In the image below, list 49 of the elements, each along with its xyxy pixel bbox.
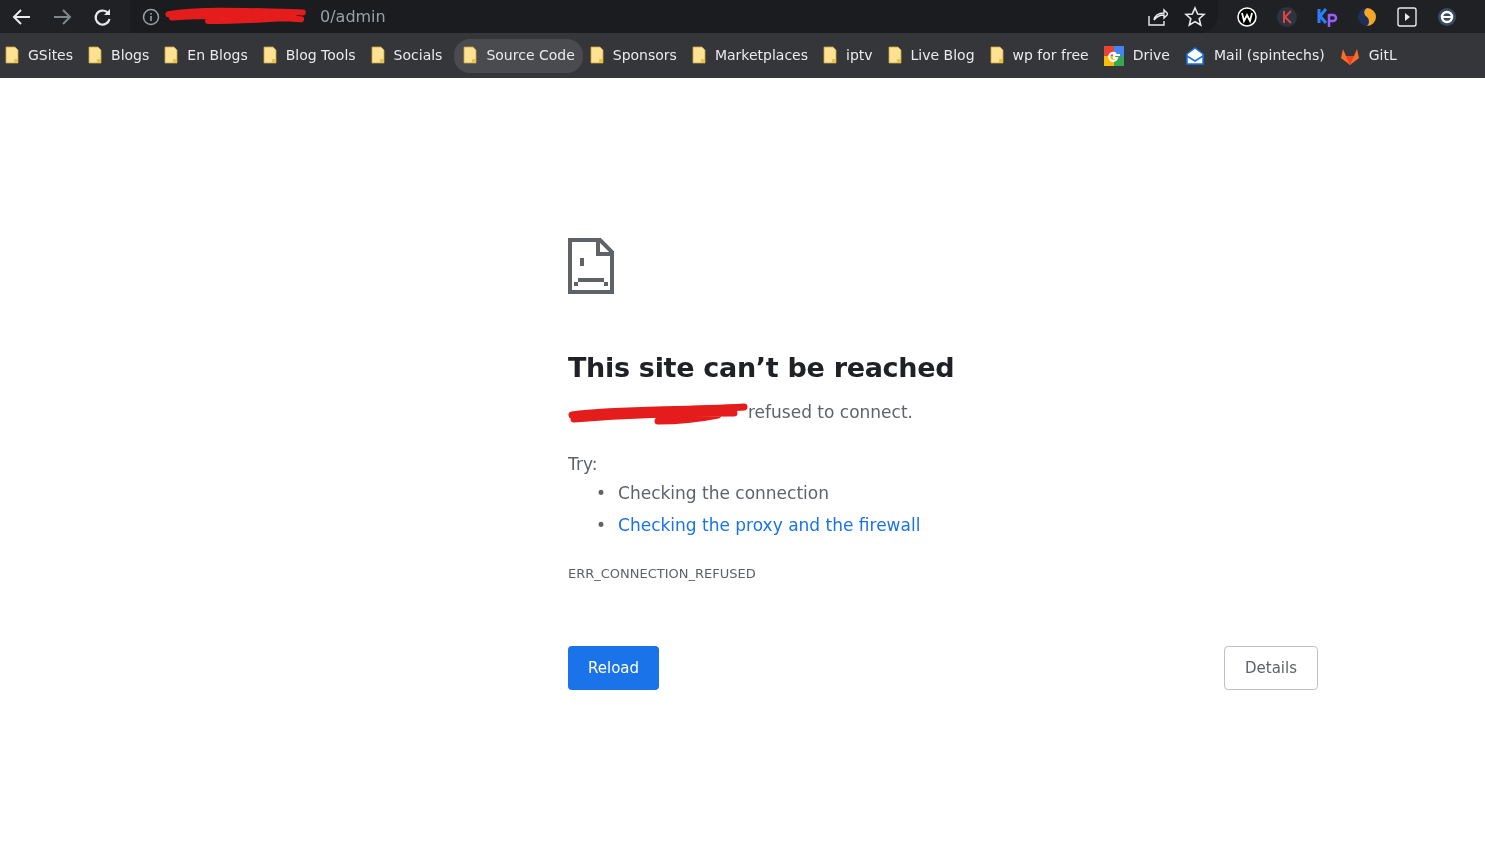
folder-icon xyxy=(822,44,838,67)
bookmark[interactable]: iptv xyxy=(820,38,881,73)
e-logo-icon[interactable] xyxy=(1436,5,1458,28)
bookmark[interactable]: GitL xyxy=(1336,38,1405,73)
play-icon[interactable] xyxy=(1396,5,1418,28)
address-bar[interactable]: 0/admin xyxy=(130,0,1218,33)
share-icon[interactable] xyxy=(1146,5,1168,28)
folder-icon xyxy=(369,44,386,67)
folder-icon xyxy=(163,44,180,67)
bookmark[interactable]: wp for free xyxy=(986,38,1097,73)
folder-icon xyxy=(886,44,903,67)
sad-page-icon xyxy=(568,238,614,294)
folder-icon xyxy=(261,44,278,67)
folder-icon xyxy=(690,44,707,67)
folder-icon xyxy=(4,44,20,67)
folder-icon xyxy=(87,44,104,67)
bookmark[interactable]: Live Blog xyxy=(884,38,983,73)
w-logo-icon[interactable] xyxy=(1236,5,1258,28)
error-title: This site can’t be reached xyxy=(568,352,956,385)
star-icon[interactable] xyxy=(1184,5,1206,28)
moon-icon[interactable] xyxy=(1356,5,1378,28)
folder-icon xyxy=(462,44,479,67)
error-code: ERR_CONNECTION_REFUSED xyxy=(568,565,757,584)
bookmark[interactable]: Socials xyxy=(367,38,451,73)
error-message: refused to connect. xyxy=(748,401,913,425)
info-icon[interactable] xyxy=(142,7,160,26)
bookmark[interactable]: Sponsors xyxy=(586,38,685,73)
kp-logo-icon[interactable] xyxy=(1316,5,1338,28)
bookmark[interactable]: Mail (spintechs) xyxy=(1181,38,1333,73)
bookmark[interactable]: Source Code xyxy=(454,38,583,73)
folder-icon xyxy=(588,44,605,67)
bookmark[interactable]: GSites xyxy=(2,38,82,73)
envelope-icon xyxy=(1183,44,1206,67)
suggestion-link[interactable]: Checking the proxy and the firewall xyxy=(618,512,921,539)
bookmark[interactable]: Blog Tools xyxy=(259,38,364,73)
bullet: • xyxy=(596,482,607,506)
reload-button[interactable]: Reload xyxy=(568,645,660,691)
details-button[interactable]: Details xyxy=(1224,645,1318,691)
folder-icon xyxy=(988,44,1005,67)
bullet: • xyxy=(596,513,607,537)
try-label: Try: xyxy=(568,452,599,476)
bookmark[interactable]: Blogs xyxy=(85,38,158,73)
bookmark[interactable]: En Blogs xyxy=(161,38,256,73)
bookmark[interactable]: Marketplaces xyxy=(688,38,816,73)
k-logo-icon[interactable] xyxy=(1276,5,1298,28)
bookmark[interactable]: Drive xyxy=(1100,38,1178,73)
url-text: 0/admin xyxy=(320,5,386,28)
g-logo-icon xyxy=(1102,44,1125,67)
suggestion-text: Checking the connection xyxy=(618,482,829,506)
